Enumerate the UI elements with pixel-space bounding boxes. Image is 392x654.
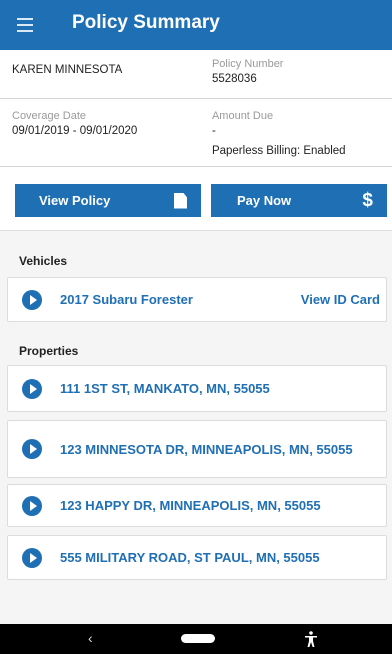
home-pill-icon[interactable] [181, 634, 215, 643]
back-icon[interactable]: ‹ [88, 630, 93, 646]
coverage-date-value: 09/01/2019 - 09/01/2020 [12, 125, 138, 137]
insured-name: KAREN MINNESOTA [12, 64, 123, 76]
amount-due-cell: Amount Due - Paperless Billing: Enabled [196, 110, 392, 166]
amount-due-label: Amount Due [211, 110, 274, 122]
pay-now-label: Pay Now [236, 193, 292, 208]
system-nav-bar: ‹ [0, 624, 392, 654]
play-circle-icon [22, 495, 42, 516]
hamburger-menu-icon[interactable] [0, 0, 50, 50]
view-policy-button[interactable]: View Policy [15, 184, 201, 217]
play-circle-icon [22, 439, 42, 459]
policy-number-value: 5528036 [211, 73, 257, 85]
property-card[interactable]: 111 1ST ST, MANKATO, MN, 55055 [7, 365, 387, 412]
view-policy-label: View Policy [39, 193, 111, 208]
insured-cell: KAREN MINNESOTA [0, 58, 196, 98]
coverage-cell: Coverage Date 09/01/2019 - 09/01/2020 [0, 110, 196, 166]
app-bar: Policy Summary [0, 0, 392, 50]
property-address: 111 1ST ST, MANKATO, MN, 55055 [60, 381, 270, 396]
property-address: 555 MILITARY ROAD, ST PAUL, MN, 55055 [60, 550, 320, 565]
properties-header: Properties [19, 344, 79, 358]
accessibility-icon[interactable] [305, 631, 317, 647]
property-card[interactable]: 123 HAPPY DR, MINNEAPOLIS, MN, 55055 [7, 484, 387, 527]
dollar-icon: $ [362, 189, 373, 211]
document-icon [173, 192, 187, 209]
amount-due-value: - [211, 125, 216, 137]
policy-number-cell: Policy Number 5528036 [196, 58, 392, 98]
view-id-card-link[interactable]: View ID Card [301, 292, 380, 307]
play-circle-icon [22, 378, 42, 399]
paperless-billing-status: Paperless Billing: Enabled [211, 145, 346, 157]
vehicle-name: 2017 Subaru Forester [60, 292, 193, 307]
property-address: 123 HAPPY DR, MINNEAPOLIS, MN, 55055 [60, 498, 321, 513]
property-card[interactable]: 555 MILITARY ROAD, ST PAUL, MN, 55055 [7, 535, 387, 580]
play-circle-icon [22, 289, 42, 310]
coverage-date-label: Coverage Date [12, 110, 86, 122]
policy-number-label: Policy Number [211, 58, 284, 70]
policy-summary: KAREN MINNESOTA Policy Number 5528036 Co… [0, 50, 392, 167]
summary-row-coverage: Coverage Date 09/01/2019 - 09/01/2020 Am… [0, 99, 392, 167]
page-title: Policy Summary [72, 12, 220, 33]
play-circle-icon [22, 547, 42, 568]
pay-now-button[interactable]: Pay Now $ [210, 184, 387, 217]
action-buttons: View Policy Pay Now $ [15, 184, 387, 217]
property-address: 123 MINNESOTA DR, MINNEAPOLIS, MN, 55055 [60, 441, 353, 457]
vehicles-header: Vehicles [19, 254, 68, 268]
summary-row-policy: KAREN MINNESOTA Policy Number 5528036 [0, 50, 392, 99]
property-card[interactable]: 123 MINNESOTA DR, MINNEAPOLIS, MN, 55055 [7, 420, 387, 478]
vehicle-card[interactable]: 2017 Subaru Forester View ID Card [7, 277, 387, 322]
